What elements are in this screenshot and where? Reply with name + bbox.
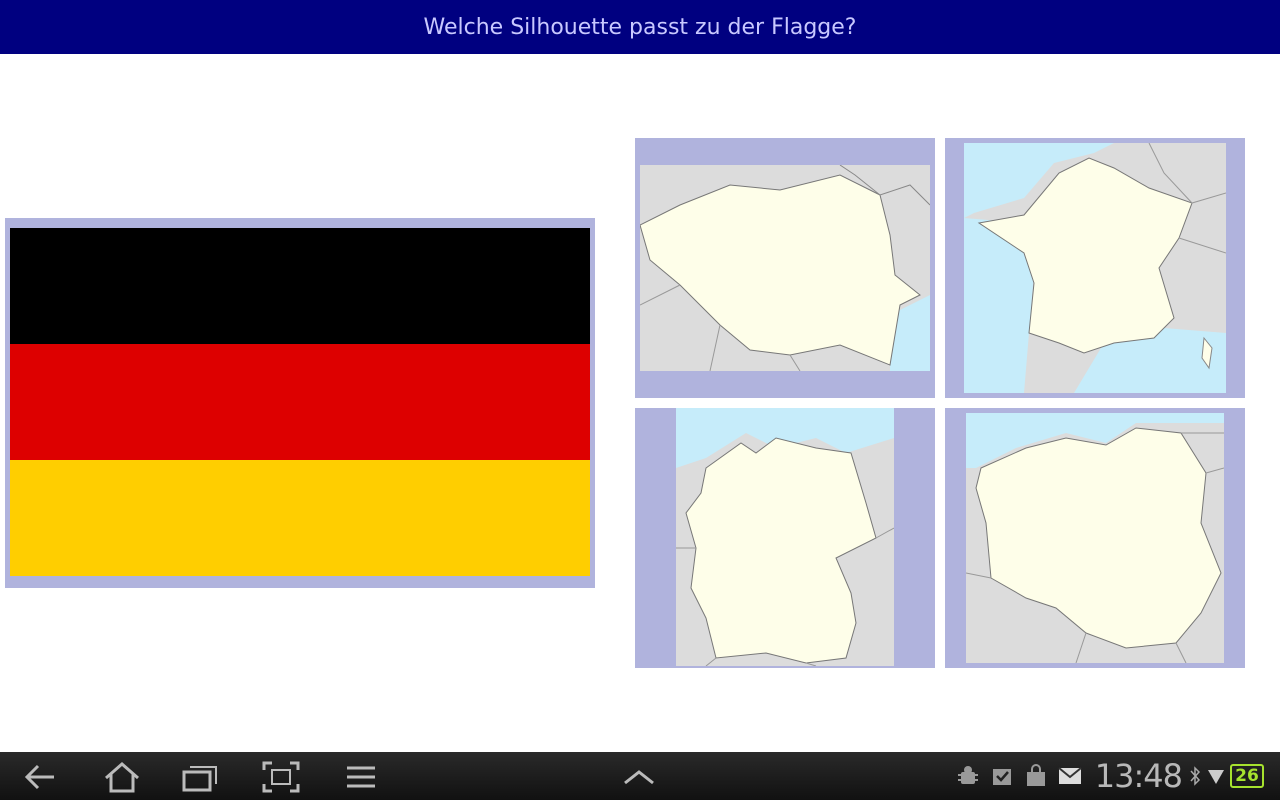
quiz-area: [0, 54, 1280, 752]
menu-button[interactable]: [337, 760, 385, 794]
back-button[interactable]: [16, 760, 64, 794]
poland-silhouette-icon: [966, 413, 1224, 663]
title-bar: Welche Silhouette passt zu der Flagge?: [0, 0, 1280, 54]
bluetooth-icon: [1186, 752, 1204, 800]
home-button[interactable]: [98, 760, 146, 794]
page-title: Welche Silhouette passt zu der Flagge?: [423, 14, 857, 40]
wifi-icon: [1204, 752, 1228, 800]
android-debug-icon: [951, 752, 985, 800]
chevron-up-icon[interactable]: [615, 760, 663, 794]
answer-tile-romania[interactable]: [635, 138, 935, 398]
flag-stripe-red: [10, 344, 590, 460]
flag-stripe-black: [10, 228, 590, 344]
clock: 13:48: [1094, 757, 1183, 795]
battery-level: 26: [1230, 764, 1264, 788]
screenshot-button[interactable]: [257, 760, 305, 794]
shopping-bag-icon: [1019, 752, 1053, 800]
recent-apps-button[interactable]: [176, 760, 224, 794]
flag-stripe-gold: [10, 460, 590, 576]
system-navigation-bar: 13:48 26: [0, 752, 1280, 800]
answer-tile-germany[interactable]: [635, 408, 935, 668]
germany-silhouette-icon: [676, 408, 894, 666]
germany-flag: [10, 228, 590, 576]
download-done-icon: [985, 752, 1019, 800]
romania-silhouette-icon: [640, 165, 930, 371]
france-silhouette-icon: [964, 143, 1226, 393]
status-area[interactable]: 13:48 26: [951, 752, 1280, 800]
gmail-icon: [1053, 752, 1087, 800]
answer-tile-france[interactable]: [945, 138, 1245, 398]
answer-tile-poland[interactable]: [945, 408, 1245, 668]
flag-frame: [5, 218, 595, 588]
